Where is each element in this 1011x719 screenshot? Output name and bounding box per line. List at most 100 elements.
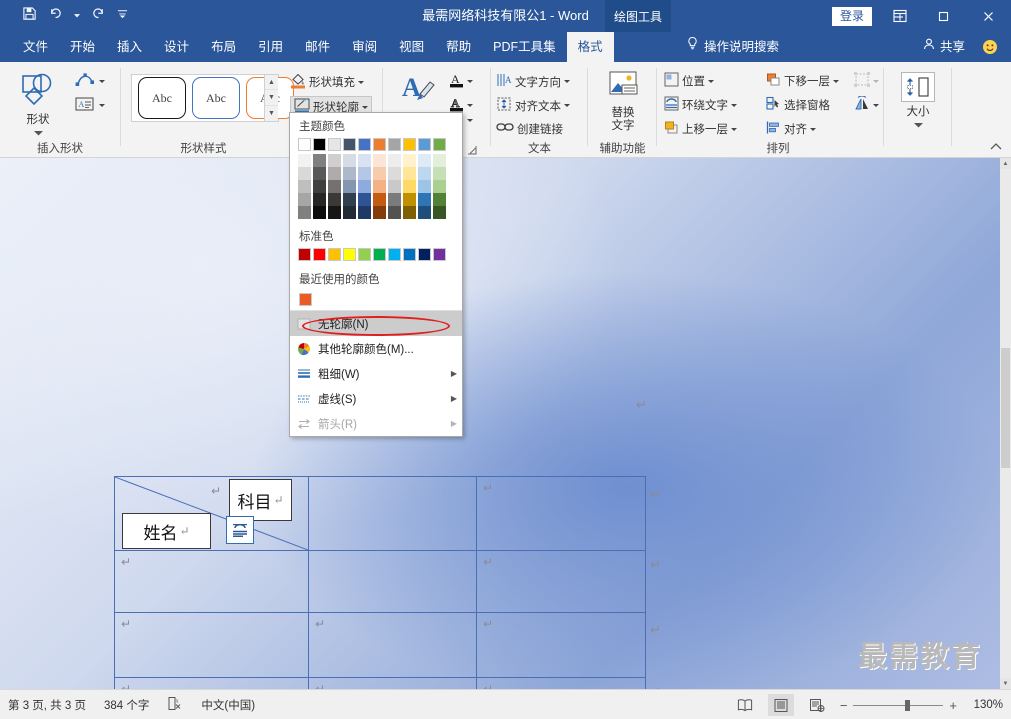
theme-color-swatch[interactable]: [343, 138, 356, 151]
theme-color-variant-swatch[interactable]: [373, 193, 386, 206]
theme-color-variant-swatch[interactable]: [343, 193, 356, 206]
theme-color-variant-swatch[interactable]: [433, 206, 446, 219]
table-cell[interactable]: [309, 477, 477, 551]
theme-color-variant-swatch[interactable]: [328, 167, 341, 180]
view-web-layout-button[interactable]: [804, 694, 830, 716]
textbox-name[interactable]: 姓名 ↵: [122, 513, 211, 549]
language-indicator[interactable]: 中文(中国): [201, 697, 255, 713]
text-direction-button[interactable]: A 文字方向: [496, 72, 570, 91]
theme-color-variant-swatch[interactable]: [403, 180, 416, 193]
wordart-dialog-launcher[interactable]: [467, 144, 477, 155]
selection-pane-button[interactable]: 选择窗格: [766, 96, 830, 114]
tab-help[interactable]: 帮助: [435, 32, 482, 62]
shape-fill-button[interactable]: 形状填充: [290, 72, 364, 92]
table-cell[interactable]: ↵: [115, 613, 309, 678]
gallery-more-icon[interactable]: ▼: [265, 106, 278, 121]
theme-color-variant-swatch[interactable]: [403, 167, 416, 180]
theme-color-variant-swatch[interactable]: [403, 154, 416, 167]
shape-styles-gallery[interactable]: Abc Abc Abc ▲ ▼ ▼: [131, 74, 294, 122]
theme-color-variant-swatch[interactable]: [313, 154, 326, 167]
tab-review[interactable]: 审阅: [341, 32, 388, 62]
theme-color-variant-swatch[interactable]: [418, 193, 431, 206]
table-cell[interactable]: ↵: [477, 613, 645, 678]
layout-options-button[interactable]: [226, 516, 254, 544]
shape-outline-caret-icon[interactable]: [362, 105, 368, 109]
align-caret-icon[interactable]: [810, 127, 816, 131]
theme-color-variant-swatch[interactable]: [403, 206, 416, 219]
customize-quick-access-icon[interactable]: [117, 7, 128, 27]
save-icon[interactable]: [22, 6, 37, 27]
theme-color-variant-swatch[interactable]: [343, 167, 356, 180]
rotate-button[interactable]: [854, 95, 879, 114]
scroll-up-icon[interactable]: ▲: [1000, 158, 1011, 169]
edit-shape-caret-icon[interactable]: [99, 80, 105, 83]
rotate-caret-icon[interactable]: [873, 103, 879, 107]
tab-layout[interactable]: 布局: [200, 32, 247, 62]
zoom-track[interactable]: [853, 699, 944, 711]
create-link-button[interactable]: 创建链接: [496, 120, 563, 137]
theme-color-variant-swatch[interactable]: [388, 193, 401, 206]
text-effects-caret-icon[interactable]: [467, 119, 473, 122]
standard-color-swatch[interactable]: [328, 248, 341, 261]
menu-item-more-outline-colors[interactable]: 其他轮廓颜色(M)...: [290, 336, 462, 361]
theme-color-swatch[interactable]: [403, 138, 416, 151]
position-button[interactable]: 位置: [664, 72, 714, 90]
tab-mailings[interactable]: 邮件: [294, 32, 341, 62]
document-page[interactable]: ↵ ↵ ↵ ↵ ↵ ↵ ↵ ↵ ↵ ↵ ↵ 科目 ↵ 姓名 ↵ 最需教育: [0, 158, 1000, 719]
wrap-text-caret-icon[interactable]: [731, 103, 737, 107]
theme-color-variant-swatch[interactable]: [388, 206, 401, 219]
standard-color-swatch[interactable]: [388, 248, 401, 261]
theme-color-swatch[interactable]: [373, 138, 386, 151]
theme-color-variant-swatch[interactable]: [358, 154, 371, 167]
undo-icon[interactable]: [48, 6, 63, 27]
feedback-smiley-icon[interactable]: [982, 39, 998, 55]
text-direction-caret-icon[interactable]: [564, 80, 570, 83]
view-print-layout-button[interactable]: [767, 694, 794, 716]
zoom-level[interactable]: 130%: [967, 699, 1003, 711]
zoom-slider[interactable]: − +: [840, 698, 957, 713]
theme-color-variant-swatch[interactable]: [343, 180, 356, 193]
standard-color-swatch[interactable]: [418, 248, 431, 261]
theme-color-variant-swatch[interactable]: [418, 206, 431, 219]
scrollbar-thumb[interactable]: [1001, 348, 1010, 468]
size-button[interactable]: 大小: [895, 72, 941, 131]
align-text-button[interactable]: 对齐文本: [496, 96, 570, 115]
redo-icon[interactable]: [91, 6, 106, 27]
tab-home[interactable]: 开始: [59, 32, 106, 62]
theme-color-variant-swatch[interactable]: [298, 206, 311, 219]
theme-color-variants[interactable]: [290, 154, 462, 223]
shapes-button[interactable]: 形状: [8, 70, 68, 139]
shape-style-swatch[interactable]: Abc: [192, 77, 240, 119]
theme-color-variant-swatch[interactable]: [418, 154, 431, 167]
theme-color-variant-swatch[interactable]: [373, 154, 386, 167]
table-cell[interactable]: ↵: [477, 551, 645, 613]
theme-color-variant-swatch[interactable]: [328, 206, 341, 219]
theme-color-swatch[interactable]: [388, 138, 401, 151]
theme-color-swatch[interactable]: [433, 138, 446, 151]
theme-color-variant-swatch[interactable]: [358, 180, 371, 193]
close-button[interactable]: [966, 0, 1011, 32]
scroll-down-icon[interactable]: ▼: [1000, 678, 1011, 689]
theme-color-variant-swatch[interactable]: [313, 206, 326, 219]
gallery-scroll-up-icon[interactable]: ▲: [265, 75, 278, 91]
standard-color-swatch[interactable]: [403, 248, 416, 261]
theme-color-swatch[interactable]: [418, 138, 431, 151]
theme-color-variant-swatch[interactable]: [358, 193, 371, 206]
theme-color-variant-swatch[interactable]: [328, 193, 341, 206]
shape-style-swatch[interactable]: Abc: [138, 77, 186, 119]
proofing-errors-icon[interactable]: x: [167, 696, 183, 714]
minimize-button[interactable]: [876, 0, 921, 32]
theme-color-variant-swatch[interactable]: [388, 167, 401, 180]
theme-color-variant-swatch[interactable]: [373, 206, 386, 219]
undo-dropdown-icon[interactable]: [74, 7, 80, 27]
theme-color-variant-swatch[interactable]: [433, 154, 446, 167]
maximize-button[interactable]: [921, 0, 966, 32]
standard-color-swatch[interactable]: [298, 248, 311, 261]
theme-color-variant-swatch[interactable]: [298, 167, 311, 180]
theme-color-variant-swatch[interactable]: [433, 180, 446, 193]
theme-color-variant-swatch[interactable]: [388, 154, 401, 167]
theme-color-variant-swatch[interactable]: [433, 167, 446, 180]
theme-color-variant-swatch[interactable]: [418, 167, 431, 180]
theme-color-variant-swatch[interactable]: [313, 167, 326, 180]
theme-color-variant-swatch[interactable]: [343, 206, 356, 219]
